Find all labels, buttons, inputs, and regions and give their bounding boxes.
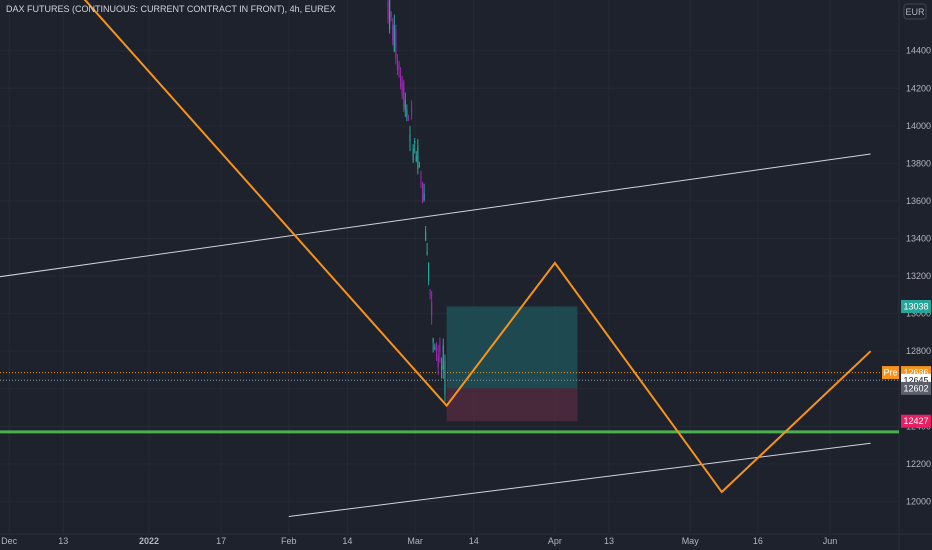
chart-root: 1200012200124001260012800130001320013400… (0, 0, 932, 550)
candle-body (421, 182, 424, 203)
time-tick-label: 2022 (139, 536, 159, 546)
position-loss-zone[interactable] (446, 388, 578, 422)
candle-body (418, 164, 421, 168)
candle-body (388, 0, 391, 30)
time-tick-label: 17 (216, 536, 226, 546)
price-tick-label: 12800 (906, 346, 931, 356)
candle-body (442, 345, 444, 370)
time-tick-label: 16 (753, 536, 763, 546)
price-tick-label: 13800 (906, 158, 931, 168)
candle-body (401, 82, 403, 95)
candle-body (390, 11, 392, 16)
candle-body (406, 110, 408, 117)
candle-body (387, 1, 389, 19)
candle-body (409, 134, 411, 142)
price-tick-label: 12000 (906, 496, 931, 506)
candle-body (407, 117, 410, 119)
candle-body (414, 140, 416, 143)
candle-body (412, 148, 414, 161)
candle-body (423, 193, 425, 201)
candle-body (432, 338, 434, 343)
time-tick-label: Apr (548, 536, 562, 546)
candle-body (415, 156, 417, 162)
price-tick-label: 14200 (906, 83, 931, 93)
candle-body (396, 65, 399, 71)
chart-title: DAX FUTURES (CONTINUOUS: CURRENT CONTRAC… (6, 4, 336, 14)
time-tick-label: Jun (823, 536, 838, 546)
time-tick-label: Dec (1, 536, 18, 546)
candle-body (434, 346, 436, 350)
candle-body (437, 355, 439, 368)
candle-body (440, 365, 443, 370)
price-tick-label: 14000 (906, 121, 931, 131)
price-chart[interactable]: 1200012200124001260012800130001320013400… (0, 0, 932, 550)
candle-body (444, 360, 446, 395)
time-tick-label: 13 (58, 536, 68, 546)
candle-body (404, 100, 406, 110)
currency-label: EUR (905, 7, 925, 17)
price-tick-label: 13400 (906, 234, 931, 244)
time-tick-label: Feb (281, 536, 297, 546)
candle-body (420, 178, 422, 180)
time-tick-label: 14 (342, 536, 352, 546)
time-tick-label: Mar (407, 536, 423, 546)
candle-body (393, 25, 395, 51)
candle-body (398, 62, 400, 69)
candle-body (395, 29, 397, 59)
price-tick-label: 12200 (906, 459, 931, 469)
candle-body (439, 342, 441, 352)
price-tag-label: 12602 (903, 383, 928, 393)
price-tick-label: 13200 (906, 271, 931, 281)
time-tick-label: 13 (604, 536, 614, 546)
candle-body (417, 145, 419, 170)
candle-body (425, 231, 427, 241)
time-tick-label: 14 (469, 536, 479, 546)
price-tag-label: 12427 (903, 416, 928, 426)
candle-body (426, 251, 428, 255)
candle-body (429, 289, 431, 291)
candle-body (435, 348, 438, 351)
candle-body (403, 82, 405, 108)
price-tick-label: 14400 (906, 46, 931, 56)
candle-body (428, 263, 430, 281)
premarket-tag-prefix: Pre (883, 368, 897, 378)
candle-body (410, 108, 413, 113)
chart-background (0, 0, 932, 550)
currency-button[interactable]: EUR (903, 3, 927, 20)
price-tag-label: 13038 (903, 301, 928, 311)
candle-body (431, 301, 433, 317)
candle-body (392, 24, 394, 40)
time-tick-label: May (682, 536, 700, 546)
price-tick-label: 13600 (906, 196, 931, 206)
candle-body (399, 77, 402, 87)
